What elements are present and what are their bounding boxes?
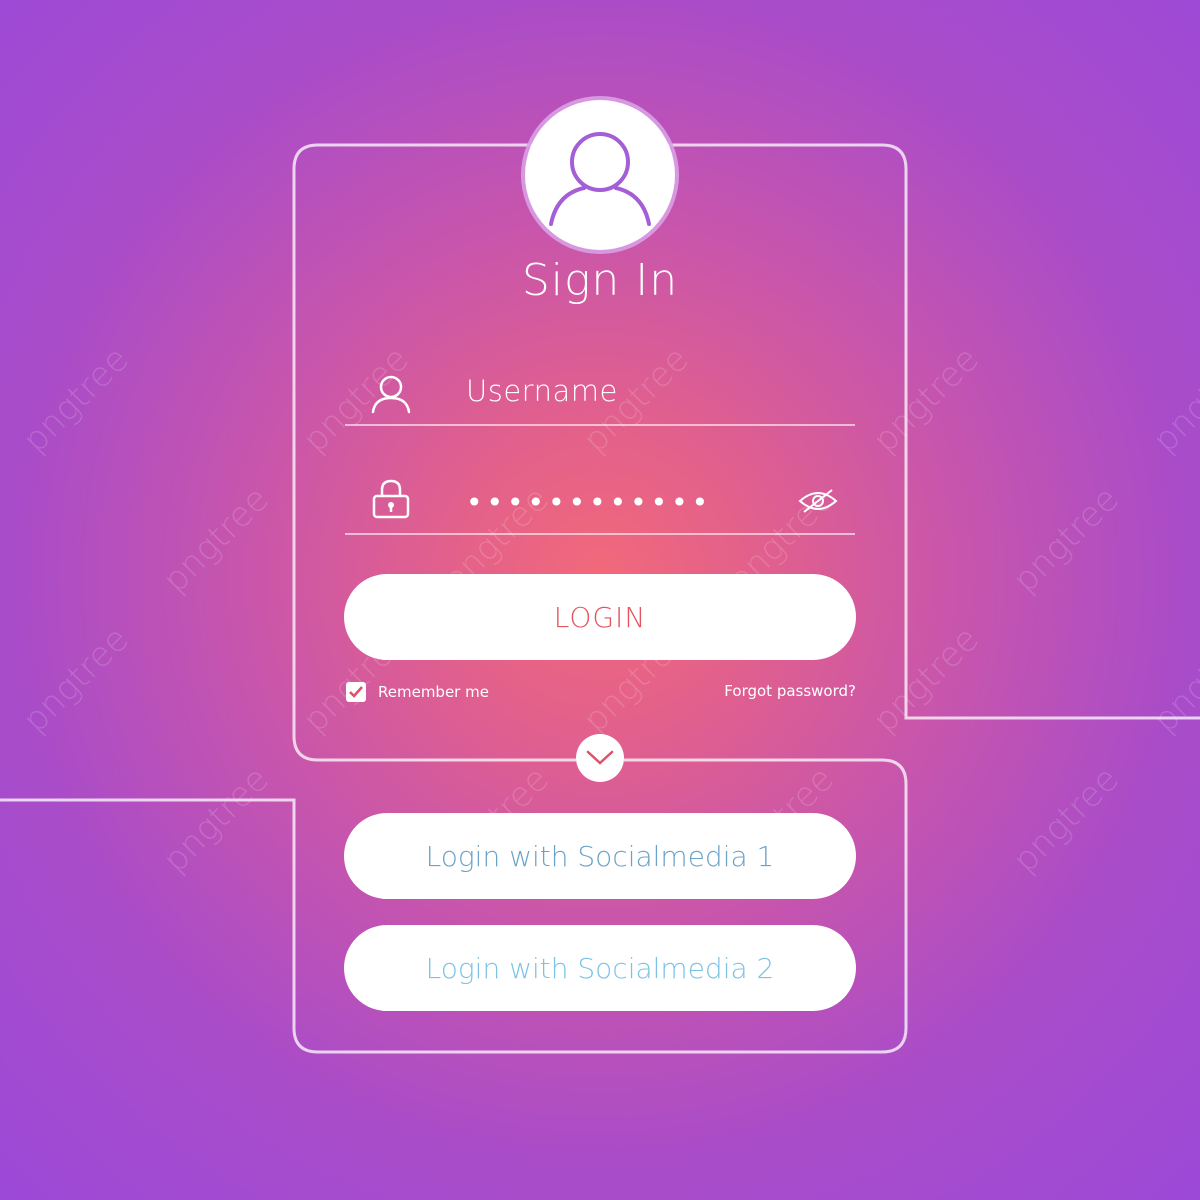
user-avatar-icon bbox=[525, 100, 675, 250]
remember-me-checkbox[interactable]: Remember me bbox=[346, 682, 489, 702]
password-input[interactable]: •••••••••••• bbox=[466, 483, 712, 523]
chevron-down-icon bbox=[586, 750, 614, 765]
social-login-button-1[interactable]: Login with Socialmedia 1 bbox=[344, 813, 856, 899]
username-underline bbox=[345, 424, 855, 426]
username-input[interactable]: Username bbox=[466, 374, 618, 408]
checkmark-icon bbox=[346, 682, 366, 702]
page-title: Sign In bbox=[521, 255, 679, 306]
remember-me-label: Remember me bbox=[378, 683, 489, 701]
eye-hidden-icon[interactable] bbox=[798, 488, 838, 514]
social-login-button-2[interactable]: Login with Socialmedia 2 bbox=[344, 925, 856, 1011]
padlock-icon bbox=[372, 479, 410, 519]
password-underline bbox=[345, 533, 855, 535]
expand-toggle-button[interactable] bbox=[576, 734, 624, 782]
forgot-password-link[interactable]: Forgot password? bbox=[724, 682, 856, 700]
user-icon bbox=[371, 375, 411, 414]
login-button[interactable]: LOGIN bbox=[344, 574, 856, 660]
